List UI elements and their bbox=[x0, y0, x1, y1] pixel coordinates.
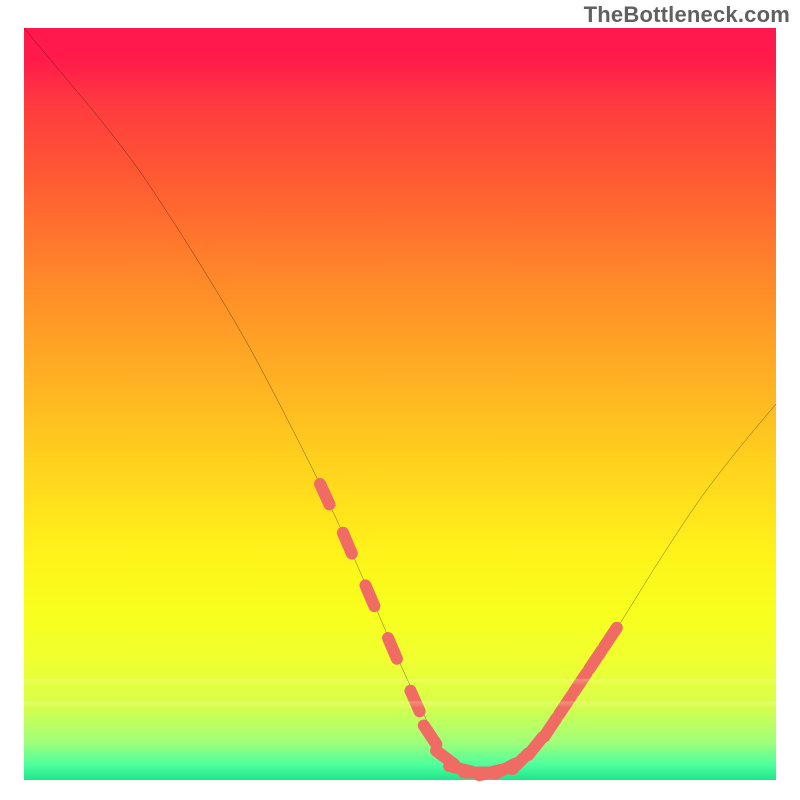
marker-group bbox=[320, 484, 617, 775]
watermark-text: TheBottleneck.com bbox=[584, 2, 790, 28]
curve-marker bbox=[424, 725, 437, 744]
curve-marker bbox=[574, 673, 587, 692]
curve-marker bbox=[589, 650, 602, 669]
curve-marker bbox=[604, 628, 617, 647]
curve-marker bbox=[544, 718, 557, 737]
curve-marker bbox=[410, 691, 419, 712]
chart-stage: TheBottleneck.com bbox=[0, 0, 800, 800]
curve-marker bbox=[388, 638, 397, 659]
curve-marker bbox=[320, 484, 329, 504]
curve-marker bbox=[343, 533, 352, 554]
curve-marker bbox=[559, 695, 572, 714]
curve-marker bbox=[365, 585, 374, 606]
marker-layer bbox=[24, 28, 776, 780]
plot-area bbox=[24, 28, 776, 780]
